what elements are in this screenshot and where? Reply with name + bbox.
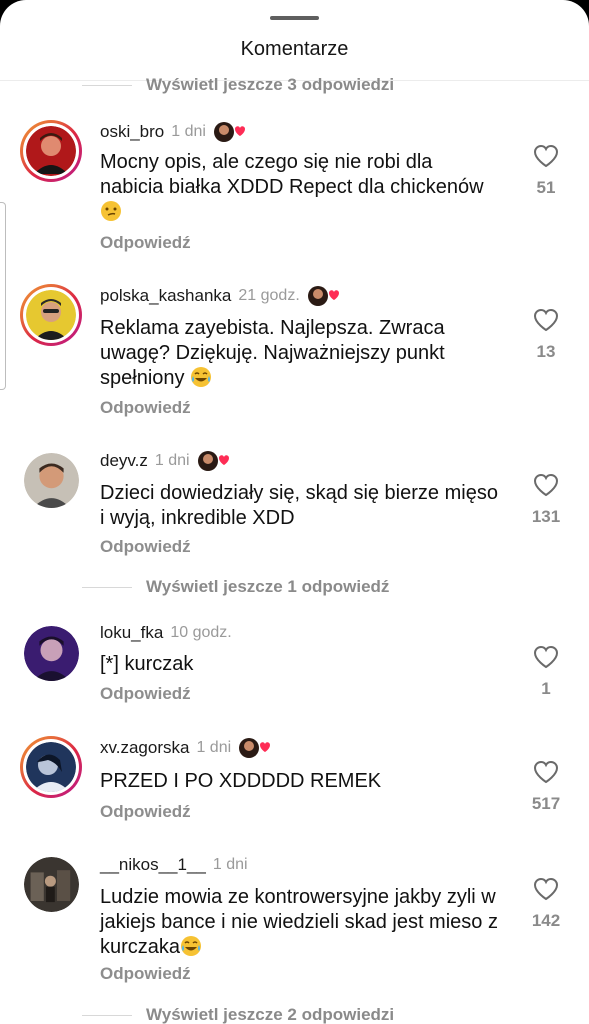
view-more-replies-button[interactable]: Wyświetl jeszcze 2 odpowiedzi [82, 1003, 394, 1024]
comment-username[interactable]: __nikos__1__ [100, 855, 206, 875]
comment-time: 1 dni [171, 123, 206, 140]
avatar-image [24, 857, 79, 912]
view-more-replies-label: Wyświetl jeszcze 3 odpowiedzi [146, 75, 395, 94]
comment-username[interactable]: loku_fka [100, 623, 163, 643]
heart-outline-icon [533, 308, 559, 332]
comment-time: 1 dni [212, 856, 248, 873]
heart-outline-icon [533, 760, 559, 784]
avatar[interactable] [20, 120, 82, 182]
reply-button[interactable]: Odpowiedź [100, 964, 191, 984]
like-count: 131 [531, 507, 561, 526]
like-count: 142 [531, 911, 561, 930]
like-button[interactable]: 51 [524, 144, 568, 198]
like-count: 1 [541, 679, 551, 698]
avatar-image [24, 626, 79, 681]
heart-outline-icon [533, 473, 559, 497]
comment-text: Reklama zayebista. Najlepsza. Zwraca uwa… [100, 317, 445, 389]
creator-liked-icon [238, 737, 272, 759]
tears-of-joy-icon [181, 936, 202, 956]
view-more-replies-button[interactable]: Wyświetl jeszcze 3 odpowiedzi [82, 73, 394, 97]
avatar-image [26, 290, 76, 340]
like-count: 51 [536, 178, 556, 197]
comment-text: PRZED I PO XDDDDD REMEK [100, 770, 382, 792]
reply-button[interactable]: Odpowiedź [100, 684, 191, 704]
comment-username[interactable]: deyv.z [100, 451, 148, 471]
smirk-face-icon [101, 201, 121, 221]
like-button[interactable]: 142 [524, 877, 568, 931]
like-button[interactable]: 131 [524, 473, 568, 527]
comment-time: 21 godz. [238, 287, 300, 304]
avatar[interactable] [20, 736, 82, 798]
tears-of-joy-icon [191, 367, 212, 387]
sheet-title: Komentarze [240, 38, 349, 60]
comment-text: [*] kurczak [100, 653, 194, 675]
sheet-drag-handle[interactable] [270, 16, 319, 20]
heart-outline-icon [533, 645, 559, 669]
reply-button[interactable]: Odpowiedź [100, 398, 191, 418]
like-count: 13 [536, 342, 556, 361]
creator-liked-icon [307, 285, 341, 307]
like-count: 517 [531, 794, 561, 813]
comments-sheet: Komentarze Wyświetl jeszcze 3 odpowiedzi… [0, 0, 589, 1024]
comment-time: 10 godz. [170, 624, 232, 641]
avatar[interactable] [24, 626, 79, 681]
avatar-image [26, 742, 76, 792]
creator-liked-icon [213, 121, 247, 143]
reply-button[interactable]: Odpowiedź [100, 802, 191, 822]
comment-text: Mocny opis, ale czego się nie robi dla n… [100, 150, 500, 225]
comment-username[interactable]: xv.zagorska [100, 738, 189, 758]
divider-line [82, 586, 132, 588]
comment-username[interactable]: oski_bro [100, 122, 164, 142]
creator-liked-icon [197, 450, 231, 472]
avatar-image [26, 126, 76, 176]
comment-username[interactable]: polska_kashanka [100, 286, 231, 306]
avatar[interactable] [20, 284, 82, 346]
avatar-image [24, 453, 79, 508]
divider-line [82, 84, 132, 86]
view-more-replies-label: Wyświetl jeszcze 1 odpowiedź [146, 577, 390, 596]
comment-time: 1 dni [196, 739, 232, 756]
like-button[interactable]: 517 [524, 760, 568, 814]
heart-outline-icon [533, 144, 559, 168]
view-more-replies-button[interactable]: Wyświetl jeszcze 1 odpowiedź [82, 575, 389, 599]
comment-text: Ludzie mowia ze kontrowersyjne jakby zyl… [100, 886, 498, 958]
divider-line [82, 1014, 132, 1016]
view-more-replies-label: Wyświetl jeszcze 2 odpowiedzi [146, 1005, 395, 1024]
like-button[interactable]: 13 [524, 308, 568, 362]
like-button[interactable]: 1 [524, 645, 568, 699]
reply-button[interactable]: Odpowiedź [100, 233, 191, 253]
avatar[interactable] [24, 857, 79, 912]
scroll-edge-indicator [0, 202, 6, 390]
avatar[interactable] [24, 453, 79, 508]
comment-text: Dzieci dowiedziały się, skąd się bierze … [100, 482, 498, 529]
comment-time: 1 dni [154, 452, 190, 469]
heart-outline-icon [533, 877, 559, 901]
reply-button[interactable]: Odpowiedź [100, 537, 191, 557]
